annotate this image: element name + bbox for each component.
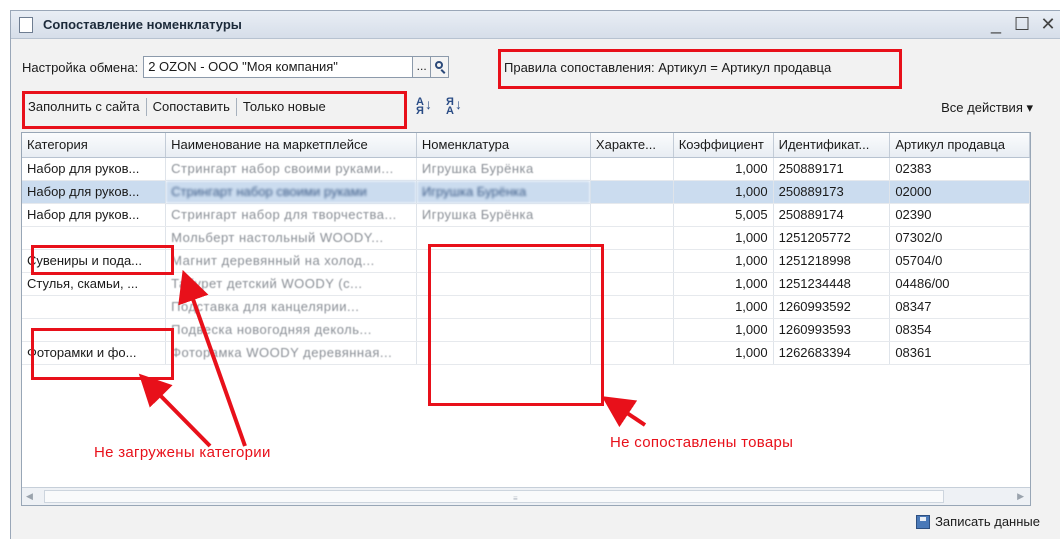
column-header-identifier[interactable]: Идентификат... — [773, 133, 891, 158]
cell-seller-article[interactable]: 02390 — [889, 203, 1030, 227]
scroll-left-icon[interactable]: ◀ — [26, 491, 33, 502]
sort-ascending-icon[interactable]: А Я ↓ — [416, 97, 432, 117]
cell-category[interactable]: Набор для руков... — [22, 203, 167, 227]
all-actions-menu[interactable]: Все действия ▾ — [941, 100, 1033, 116]
cell-category[interactable]: Набор для руков... — [22, 157, 167, 181]
rules-highlight-box — [498, 49, 902, 89]
column-header-marketplace-name[interactable]: Наименование на маркетплейсе — [165, 133, 417, 158]
cell-marketplace-name[interactable]: Подвеска новогодняя деколь... — [165, 318, 417, 342]
window-controls: _ ☐ ✕ — [988, 14, 1056, 34]
maximize-icon[interactable]: ☐ — [1014, 14, 1030, 34]
cell-coefficient[interactable]: 1,000 — [673, 318, 774, 342]
cell-characteristic[interactable] — [590, 157, 674, 181]
cell-characteristic[interactable] — [590, 180, 674, 204]
cell-seller-article[interactable]: 05704/0 — [889, 249, 1030, 273]
scrollbar-thumb[interactable]: ≡ — [44, 490, 944, 503]
cell-coefficient[interactable]: 1,000 — [673, 157, 774, 181]
minimize-icon[interactable]: _ — [988, 14, 1004, 34]
cell-marketplace-name[interactable]: Фоторамка WOODY деревянная... — [165, 341, 417, 365]
cell-coefficient[interactable]: 1,000 — [673, 272, 774, 296]
document-icon — [19, 17, 33, 33]
cell-nomenclature[interactable]: Игрушка Бурёнка — [416, 157, 591, 181]
cell-coefficient[interactable]: 1,000 — [673, 341, 774, 365]
cell-identifier[interactable]: 1262683394 — [773, 341, 891, 365]
cell-seller-article[interactable]: 08347 — [889, 295, 1030, 319]
open-search-button[interactable] — [431, 56, 450, 78]
cell-seller-article[interactable]: 07302/0 — [889, 226, 1030, 250]
cell-marketplace-name[interactable]: Табурет детский WOODY (с... — [165, 272, 417, 296]
horizontal-scrollbar[interactable]: ◀ ≡ ▶ — [22, 487, 1030, 505]
cell-coefficient[interactable]: 5,005 — [673, 203, 774, 227]
cell-seller-article[interactable]: 02000 — [889, 180, 1030, 204]
save-data-label: Записать данные — [935, 514, 1040, 529]
cell-characteristic[interactable] — [590, 203, 674, 227]
cell-nomenclature[interactable]: Игрушка Бурёнка — [416, 203, 591, 227]
cell-identifier[interactable]: 1260993593 — [773, 318, 891, 342]
cell-coefficient[interactable]: 1,000 — [673, 180, 774, 204]
column-header-category[interactable]: Категория — [22, 133, 167, 158]
toolbar-highlight-box — [22, 91, 407, 129]
column-header-seller-article[interactable]: Артикул продавца — [889, 133, 1030, 158]
cell-identifier[interactable]: 1251218998 — [773, 249, 891, 273]
table-header-row: Категория Наименование на маркетплейсе Н… — [22, 133, 1030, 158]
scroll-right-icon[interactable]: ▶ — [1017, 491, 1024, 502]
cell-marketplace-name[interactable]: Стрингарт набор своими руками... — [165, 157, 417, 181]
title-bar: Сопоставление номенклатуры _ ☐ ✕ — [11, 11, 1060, 39]
sort-descending-icon[interactable]: Я А ↓ — [446, 97, 462, 117]
exchange-settings-label: Настройка обмена: — [22, 59, 139, 75]
exchange-settings-field[interactable]: 2 OZON - ООО "Моя компания" — [143, 56, 414, 78]
table-row[interactable]: Набор для руков... Стрингарт набор своими… — [22, 157, 1030, 181]
cell-seller-article[interactable]: 08354 — [889, 318, 1030, 342]
unmatched-goods-highlight-box — [428, 244, 604, 406]
empty-category-highlight-box-1 — [31, 245, 174, 275]
cell-seller-article[interactable]: 02383 — [889, 157, 1030, 181]
cell-identifier[interactable]: 1251205772 — [773, 226, 891, 250]
cell-category[interactable]: Стулья, скамьи, ... — [22, 272, 167, 296]
close-icon[interactable]: ✕ — [1040, 14, 1056, 34]
cell-marketplace-name[interactable]: Магнит деревянный на холод... — [165, 249, 417, 273]
search-icon — [435, 61, 444, 69]
save-data-button[interactable]: Записать данные — [916, 514, 1040, 529]
cell-coefficient[interactable]: 1,000 — [673, 226, 774, 250]
floppy-disk-icon — [916, 514, 931, 529]
annotation-goods-not-matched: Не сопоставлены товары — [610, 434, 794, 451]
cell-identifier[interactable]: 1251234448 — [773, 272, 891, 296]
window-title: Сопоставление номенклатуры — [43, 17, 242, 32]
cell-category[interactable] — [22, 295, 167, 319]
cell-marketplace-name[interactable]: Мольберт настольный WOODY... — [165, 226, 417, 250]
annotation-categories-not-loaded: Не загружены категории — [94, 444, 271, 461]
cell-identifier[interactable]: 250889174 — [773, 203, 891, 227]
cell-marketplace-name[interactable]: Подставка для канцелярии... — [165, 295, 417, 319]
empty-category-highlight-box-2 — [31, 328, 174, 380]
cell-category[interactable]: Набор для руков... — [22, 180, 167, 204]
column-header-coefficient[interactable]: Коэффициент — [673, 133, 774, 158]
select-button[interactable]: ... — [413, 56, 432, 78]
column-header-nomenclature[interactable]: Номенклатура — [416, 133, 591, 158]
column-header-characteristic[interactable]: Характе... — [590, 133, 674, 158]
cell-coefficient[interactable]: 1,000 — [673, 249, 774, 273]
cell-seller-article[interactable]: 08361 — [889, 341, 1030, 365]
cell-identifier[interactable]: 250889173 — [773, 180, 891, 204]
table-row[interactable]: Набор для руков... Стрингарт набор своими… — [22, 180, 1030, 204]
exchange-settings-row: Настройка обмена: 2 OZON - ООО "Моя комп… — [22, 56, 450, 78]
cell-marketplace-name[interactable]: Стрингарт набор для творчества... — [165, 203, 417, 227]
table-row[interactable]: Набор для руков... Стрингарт набор для тв… — [22, 203, 1030, 227]
cell-seller-article[interactable]: 04486/00 — [889, 272, 1030, 296]
cell-identifier[interactable]: 1260993592 — [773, 295, 891, 319]
cell-nomenclature[interactable]: Игрушка Бурёнка — [416, 180, 591, 204]
cell-marketplace-name[interactable]: Стрингарт набор своими руками — [165, 180, 417, 204]
cell-identifier[interactable]: 250889171 — [773, 157, 891, 181]
cell-coefficient[interactable]: 1,000 — [673, 295, 774, 319]
